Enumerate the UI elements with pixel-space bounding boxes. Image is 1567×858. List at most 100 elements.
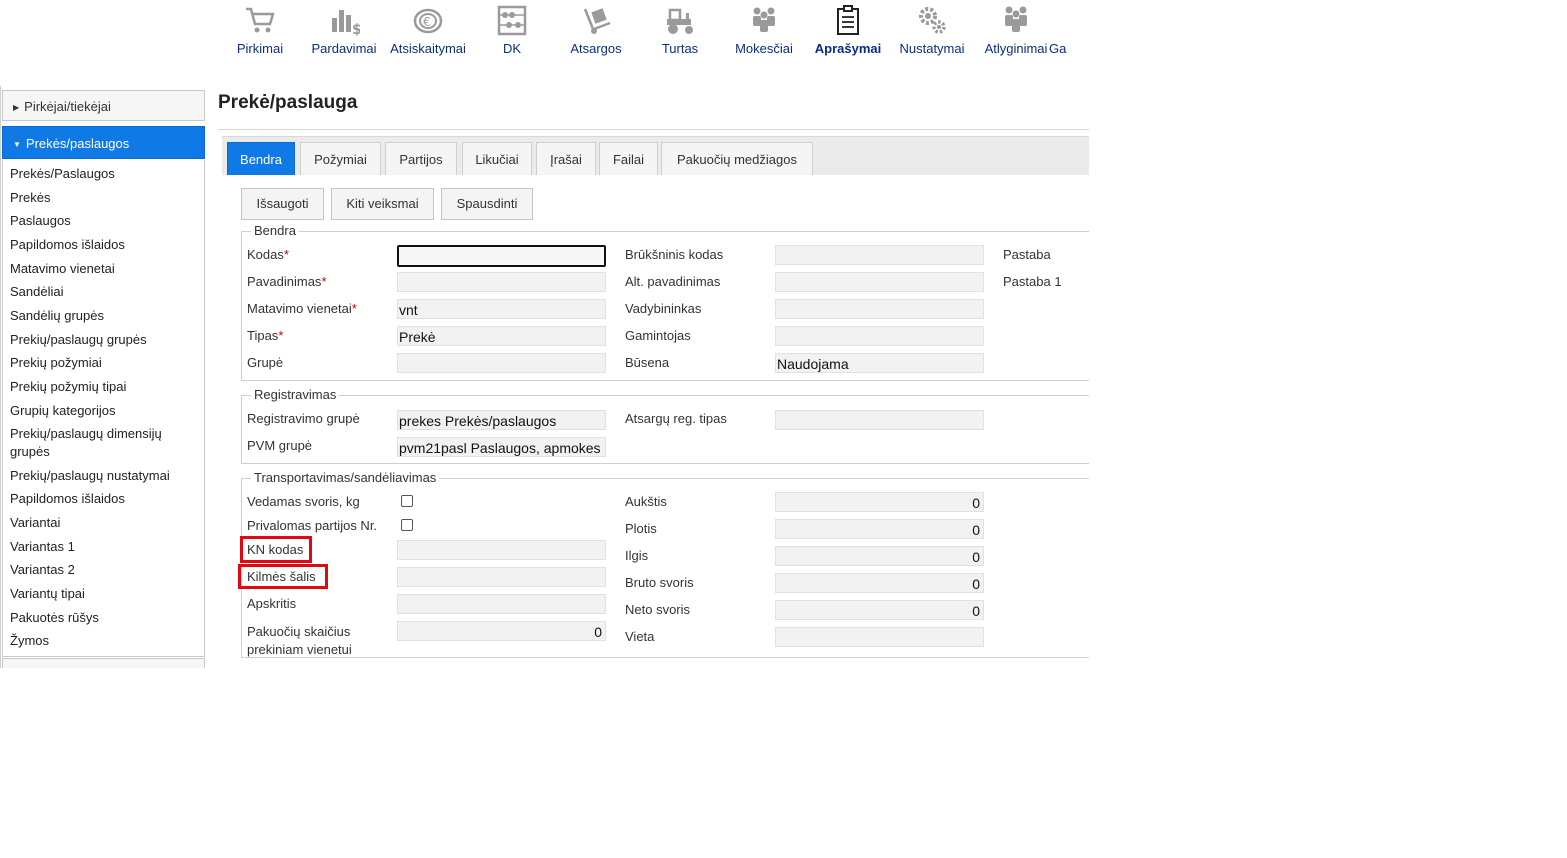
code-label: Kodas* — [247, 247, 289, 262]
code-input[interactable] — [397, 245, 606, 267]
group-input[interactable] — [397, 353, 606, 373]
nav-pardavimai[interactable]: $ Pardavimai — [302, 0, 386, 64]
fieldset-legend: Bendra — [251, 223, 299, 238]
employees-icon — [1005, 6, 1027, 32]
nav-turtas[interactable]: Turtas — [638, 0, 722, 64]
sidebar-item[interactable]: Variantų tipai — [10, 585, 190, 603]
type-select[interactable]: Prekė — [397, 326, 606, 346]
status-label: Būsena — [625, 355, 670, 370]
nav-pirkimai[interactable]: Pirkimai — [218, 0, 302, 64]
tab-irasai[interactable]: Įrašai — [536, 142, 596, 175]
vat-group-select[interactable]: pvm21pasl Paslaugos, apmokes — [397, 437, 606, 457]
height-input[interactable]: 0 — [775, 492, 984, 512]
sidebar-item[interactable]: Papildomos išlaidos — [10, 490, 190, 508]
stock-reg-type-label: Atsargų reg. tipas — [625, 411, 727, 426]
barcode-input[interactable] — [775, 245, 984, 265]
nav-label: Ga — [1049, 41, 1067, 56]
save-button[interactable]: Išsaugoti — [241, 188, 324, 220]
unit-input[interactable]: vnt — [397, 299, 606, 319]
note1-label: Pastaba 1 — [1003, 274, 1062, 289]
group-label: Grupė — [247, 355, 284, 370]
sidebar-item[interactable]: Prekių požymių tipai — [10, 378, 190, 396]
weight-tracked-checkbox[interactable] — [401, 495, 413, 507]
manager-label: Vadybininkas — [625, 301, 702, 316]
net-weight-input[interactable]: 0 — [775, 600, 984, 620]
sidebar-item[interactable]: Variantas 1 — [10, 538, 190, 556]
tab-failai[interactable]: Failai — [599, 142, 658, 175]
hand-truck-icon — [583, 8, 611, 34]
nav-atsargos[interactable]: Atsargos — [554, 0, 638, 64]
manufacturer-input[interactable] — [775, 326, 984, 346]
sidebar-item[interactable]: Variantai — [10, 514, 190, 532]
origin-country-input[interactable] — [397, 567, 606, 587]
sidebar-item[interactable]: Žymos — [10, 632, 190, 650]
county-label: Apskritis — [247, 596, 297, 611]
clipboard-icon — [837, 5, 859, 35]
sidebar-item[interactable]: Matavimo vienetai — [10, 260, 190, 278]
gross-weight-input[interactable]: 0 — [775, 573, 984, 593]
sidebar-section-pirkejai[interactable]: ▶ Pirkėjai/tiekėjai — [2, 90, 205, 121]
vat-group-label: PVM grupė — [247, 438, 313, 453]
print-button[interactable]: Spausdinti — [441, 188, 533, 220]
sidebar-item[interactable]: Prekės/Paslaugos — [10, 165, 190, 183]
caret-right-icon: ▶ — [13, 103, 20, 113]
sales-chart-icon: $ — [332, 10, 360, 36]
tab-partijos[interactable]: Partijos — [385, 142, 457, 175]
tab-pozymiai[interactable]: Požymiai — [300, 142, 381, 175]
name-input[interactable] — [397, 272, 606, 292]
svg-text:$: $ — [352, 22, 360, 36]
sidebar-item[interactable]: Grupių kategorijos — [10, 402, 190, 420]
sidebar-item[interactable]: Prekių požymiai — [10, 354, 190, 372]
status-select[interactable]: Naudojama — [775, 353, 984, 373]
nav-nustatymai[interactable]: Nustatymai — [890, 0, 974, 64]
reg-group-select[interactable]: prekes Prekės/paslaugos — [397, 410, 606, 430]
sidebar-section-prekes[interactable]: ▼ Prekės/paslaugos — [2, 126, 205, 159]
section-label: Prekės/paslaugos — [25, 136, 130, 151]
width-input[interactable]: 0 — [775, 519, 984, 539]
kn-code-input[interactable] — [397, 540, 606, 560]
tab-bendra[interactable]: Bendra — [227, 142, 295, 175]
more-icon — [1084, 4, 1089, 36]
sidebar-item[interactable]: Prekės — [10, 189, 190, 207]
sidebar-item[interactable]: Sandėlių grupės — [10, 307, 190, 325]
sidebar-item[interactable]: Papildomos išlaidos — [10, 236, 190, 254]
unit-label: Matavimo vienetai* — [247, 301, 357, 316]
batch-required-checkbox[interactable] — [401, 519, 413, 531]
tab-pakuociu-medziagos[interactable]: Pakuočių medžiagos — [661, 142, 813, 175]
stock-reg-type-select[interactable] — [775, 410, 984, 430]
length-input[interactable]: 0 — [775, 546, 984, 566]
nav-mokesciai[interactable]: Mokesčiai — [722, 0, 806, 64]
nav-more[interactable]: Ga — [1049, 0, 1089, 64]
location-input[interactable] — [775, 627, 984, 647]
sidebar-item[interactable]: Prekių/paslaugų dimensijų grupės — [10, 425, 190, 461]
alt-name-input[interactable] — [775, 272, 984, 292]
county-input[interactable] — [397, 594, 606, 614]
packages-per-unit-input[interactable]: 0 — [397, 621, 606, 641]
other-actions-button[interactable]: Kiti veiksmai — [331, 188, 434, 220]
nav-dk[interactable]: DK — [470, 0, 554, 64]
page-title: Prekė/paslauga — [218, 92, 358, 113]
svg-text:€: € — [423, 15, 431, 29]
sidebar-item[interactable]: Prekių/paslaugų nustatymai — [10, 467, 190, 485]
highlight-box-kn-code — [240, 536, 312, 563]
height-label: Aukštis — [625, 494, 667, 509]
abacus-icon — [497, 5, 527, 36]
nav-atlyginimai[interactable]: Atlyginimai — [974, 0, 1058, 64]
sidebar-item[interactable]: Pakuotės rūšys — [10, 609, 190, 627]
shopping-cart-icon — [246, 7, 275, 33]
sidebar-item[interactable]: Sandėliai — [10, 283, 190, 301]
name-label: Pavadinimas* — [247, 274, 327, 289]
weight-tracked-label: Vedamas svoris, kg — [247, 494, 360, 509]
nav-atsiskaitymai[interactable]: € Atsiskaitymai — [386, 0, 470, 64]
sidebar: ▶ Pirkėjai/tiekėjai ▼ Prekės/paslaugos Pre… — [2, 90, 205, 668]
sidebar-item[interactable]: Variantas 2 — [10, 561, 190, 579]
gross-weight-label: Bruto svoris — [625, 575, 694, 590]
nav-aprasymai[interactable]: Aprašymai — [806, 0, 890, 64]
manager-input[interactable] — [775, 299, 984, 319]
sidebar-item[interactable]: Paslaugos — [10, 212, 190, 230]
top-navigation: Pirkimai $ Pardavimai € Atsiskaitymai DK… — [218, 0, 1089, 64]
tab-likuciai[interactable]: Likučiai — [462, 142, 532, 175]
sidebar-item[interactable]: Prekių/paslaugų grupės — [10, 331, 190, 349]
sidebar-section-next[interactable] — [2, 658, 205, 668]
tab-bar: Bendra Požymiai Partijos Likučiai Įrašai… — [222, 136, 1089, 175]
